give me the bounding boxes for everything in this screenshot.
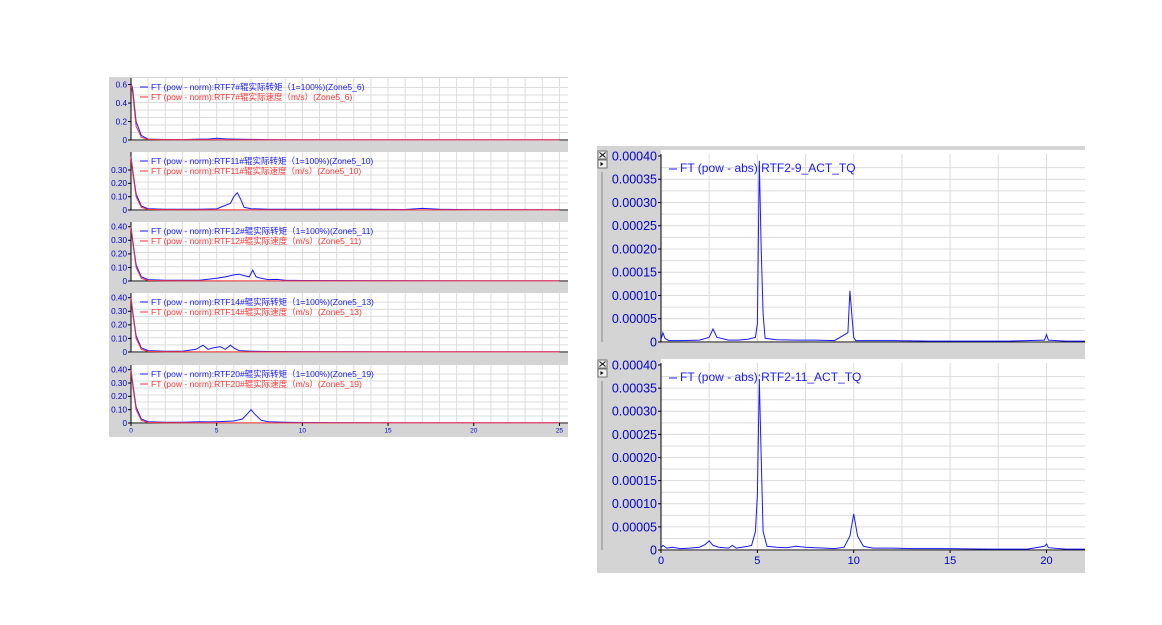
y-tick-label: 0.00020 xyxy=(612,451,657,465)
x-tick-label: 10 xyxy=(299,428,307,435)
chart-1: 0 0.2 0.4 0.6 FT (pow - norm):RTF7#辊实际转矩（1=1… xyxy=(116,78,568,145)
y-tick-label: 0.30 xyxy=(111,166,127,175)
chart-4: 0 0.10 0.20 0.30 0.40 FT (pow - norm):RTF14#辊… xyxy=(111,293,568,357)
chart-3: 0 0.10 0.20 0.30 0.40 FT (pow - norm):RTF12#辊… xyxy=(111,222,568,286)
right-chart-stack: 0 0.00005 0.00010 0.00015 0.00020 0.00025 0.00… xyxy=(597,149,1085,567)
chart-7-controls xyxy=(597,359,608,550)
y-tick-label: 0.10 xyxy=(111,193,127,202)
chart-6: 0 0.00005 0.00010 0.00015 0.00020 0.00025 0.00… xyxy=(612,149,1085,349)
left-chart-panel: 0 0.2 0.4 0.6 FT (pow - norm):RTF7#辊实际转矩（1=1… xyxy=(109,77,568,437)
y-tick-label: 0.2 xyxy=(116,117,128,126)
y-tick-label: 0.30 xyxy=(111,379,127,388)
x-tick-label: 5 xyxy=(754,555,760,567)
x-tick-label: 5 xyxy=(215,428,219,435)
y-tick-label: 0.00020 xyxy=(612,242,657,256)
legend-label: FT (pow - norm):RTF11#辊实际转矩（1=100%)(Zone… xyxy=(151,156,373,166)
legend-label: FT (pow - norm):RTF14#辊实际速度（m/s）(Zone5_1… xyxy=(151,307,362,317)
y-tick-label: 0.00030 xyxy=(612,196,657,210)
chart-7: 0 0.00005 0.00010 0.00015 0.00020 0.00025 0.00… xyxy=(612,358,1085,567)
y-tick-label: 0.00030 xyxy=(612,405,657,419)
chart-2: 0 0.10 0.20 0.30 FT (pow - norm):RTF11#辊实际转矩… xyxy=(111,152,568,215)
y-tick-label: 0.00025 xyxy=(612,428,657,442)
y-tick-label: 0 xyxy=(122,136,127,145)
legend-label: FT (pow - norm):RTF11#辊实际速度（m/s）(Zone5_1… xyxy=(151,166,361,176)
y-tick-label: 0.00035 xyxy=(612,382,657,396)
y-tick-label: 0.6 xyxy=(116,80,128,89)
x-tick-label: 0 xyxy=(658,555,664,567)
y-tick-label: 0.00015 xyxy=(612,474,657,488)
legend-label: FT (pow - norm):RTF20#辊实际转矩（1=100%)(Zone… xyxy=(151,369,374,379)
y-tick-label: 0 xyxy=(122,277,127,286)
y-tick-label: 0.00040 xyxy=(612,358,657,372)
y-tick-label: 0.10 xyxy=(111,406,127,415)
x-tick-label: 20 xyxy=(470,428,478,435)
y-tick-label: 0.00005 xyxy=(612,520,657,534)
right-chart-panel: 0 0.00005 0.00010 0.00015 0.00020 0.00025 0.00… xyxy=(597,146,1085,573)
y-tick-label: 0.40 xyxy=(111,366,127,375)
y-tick-label: 0.10 xyxy=(111,263,127,272)
y-tick-label: 0.20 xyxy=(111,250,127,259)
y-tick-label: 0.30 xyxy=(111,307,127,316)
y-tick-label: 0 xyxy=(122,419,127,428)
chart-5: 0 0.10 0.20 0.30 0.40 FT (pow - norm):RTF20#辊… xyxy=(111,365,568,435)
legend-label: FT (pow - norm):RTF7#辊实际速度（m/s）(Zone5_6) xyxy=(151,92,353,102)
y-tick-label: 0.20 xyxy=(111,179,127,188)
y-tick-label: 0.20 xyxy=(111,321,127,330)
y-tick-label: 0.4 xyxy=(116,99,128,108)
x-tick-label: 15 xyxy=(944,555,956,567)
y-tick-label: 0.30 xyxy=(111,236,127,245)
y-tick-label: 0.40 xyxy=(111,294,127,303)
legend-label: FT (pow - abs):RTF2-11_ACT_TQ xyxy=(680,370,861,384)
legend-label: FT (pow - norm):RTF7#辊实际转矩（1=100%)(Zone5… xyxy=(151,82,365,92)
legend-label: FT (pow - norm):RTF20#辊实际速度（m/s）(Zone5_1… xyxy=(151,379,362,389)
y-tick-label: 0.00035 xyxy=(612,173,657,187)
x-tick-label: 15 xyxy=(384,428,392,435)
y-tick-label: 0.40 xyxy=(111,223,127,232)
chart-6-controls xyxy=(597,150,608,342)
legend-label: FT (pow - norm):RTF12#辊实际速度（m/s）(Zone5_1… xyxy=(151,236,361,246)
y-tick-label: 0 xyxy=(650,335,657,349)
y-tick-label: 0.00010 xyxy=(612,497,657,511)
x-tick-label: 10 xyxy=(848,555,860,567)
y-tick-label: 0.10 xyxy=(111,334,127,343)
x-tick-label: 0 xyxy=(129,428,133,435)
y-tick-label: 0.00010 xyxy=(612,289,657,303)
y-tick-label: 0 xyxy=(122,206,127,215)
legend-label: FT (pow - norm):RTF12#辊实际转矩（1=100%)(Zone… xyxy=(151,226,373,236)
y-tick-label: 0.20 xyxy=(111,392,127,401)
x-tick-label: 20 xyxy=(1040,555,1052,567)
y-tick-label: 0 xyxy=(650,543,657,557)
y-tick-label: 0 xyxy=(122,348,127,357)
legend-label: FT (pow - norm):RTF14#辊实际转矩（1=100%)(Zone… xyxy=(151,297,374,307)
x-tick-label: 25 xyxy=(556,428,564,435)
y-tick-label: 0.00005 xyxy=(612,312,657,326)
y-tick-label: 0.00025 xyxy=(612,219,657,233)
left-chart-stack: 0 0.2 0.4 0.6 FT (pow - norm):RTF7#辊实际转矩（1=1… xyxy=(111,78,568,435)
y-tick-label: 0.00015 xyxy=(612,266,657,280)
legend-label: FT (pow - abs):RTF2-9_ACT_TQ xyxy=(680,161,856,175)
y-tick-label: 0.00040 xyxy=(612,149,657,163)
